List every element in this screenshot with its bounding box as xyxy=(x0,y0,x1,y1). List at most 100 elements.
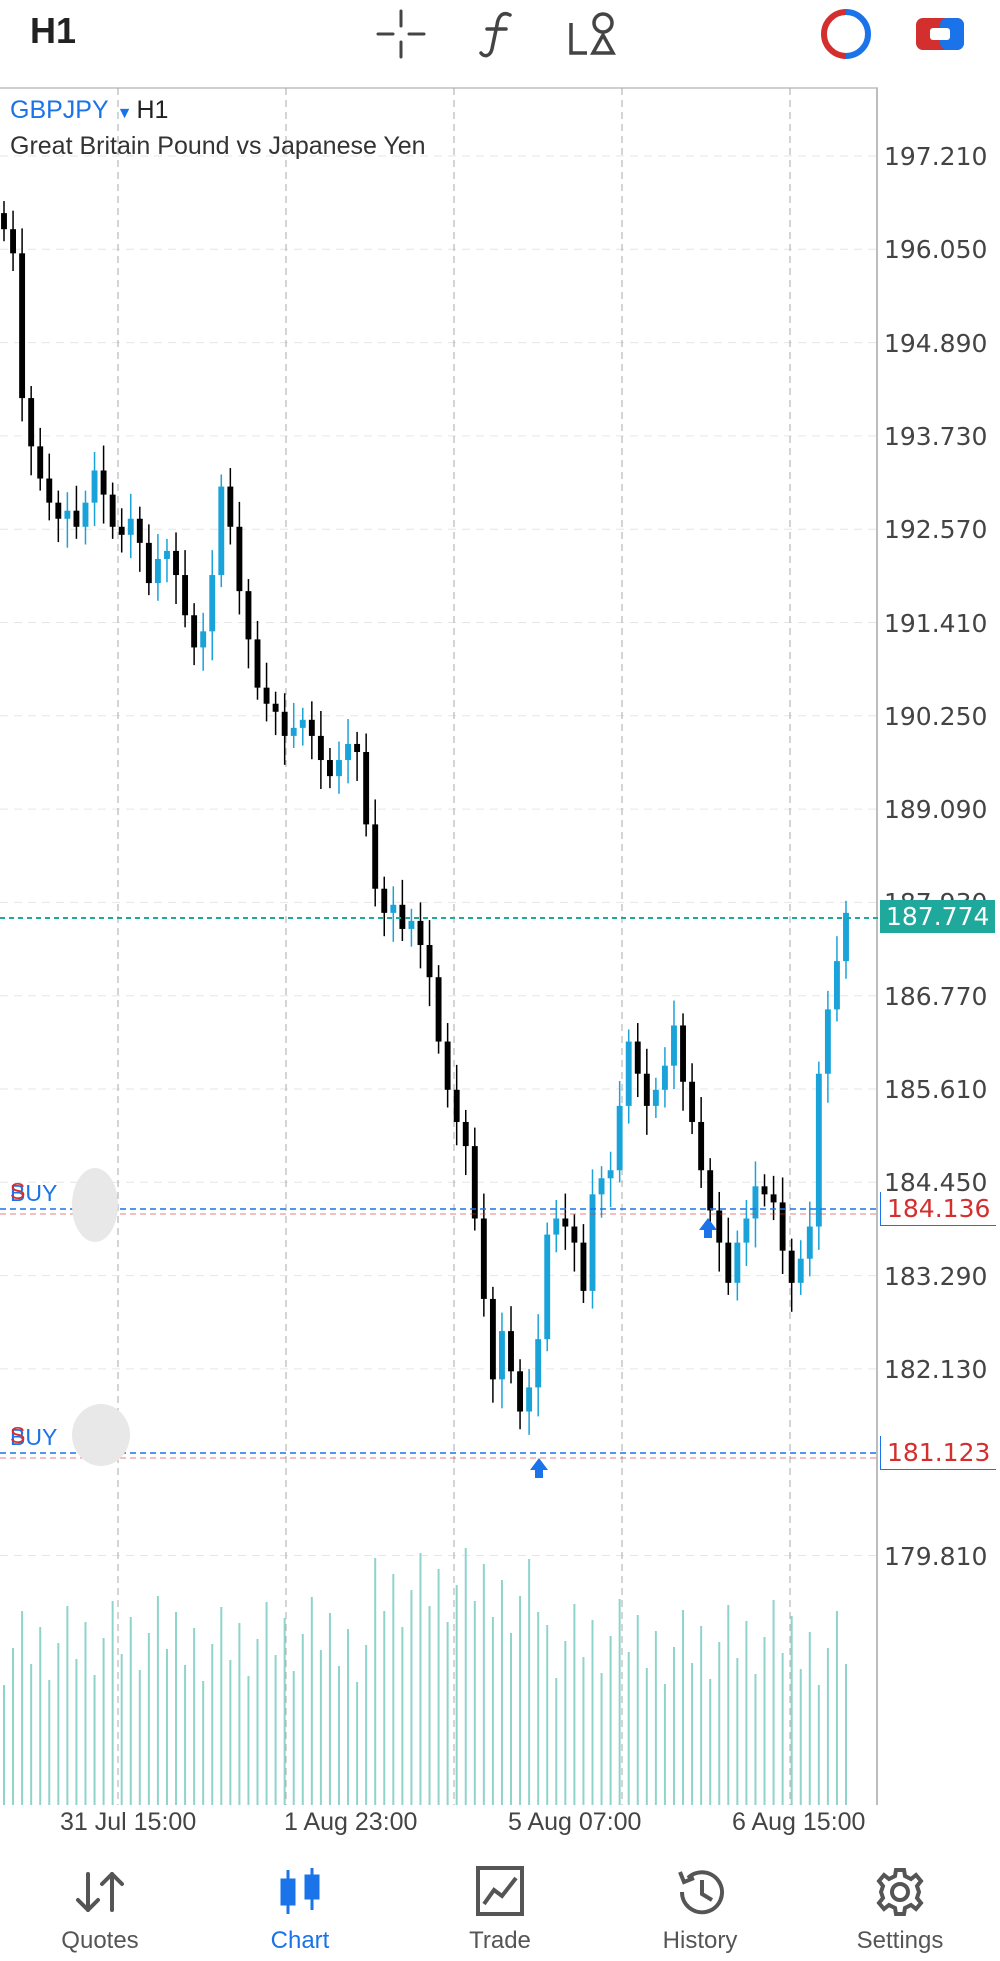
candle-body xyxy=(607,1170,614,1179)
candle-body xyxy=(761,1186,768,1195)
candle-body xyxy=(37,446,44,479)
history-clock-icon xyxy=(678,1870,724,1915)
candle-body xyxy=(19,253,26,399)
candle-body xyxy=(381,888,388,913)
candle-body xyxy=(164,550,170,559)
objects-icon[interactable] xyxy=(565,6,625,62)
candle-body xyxy=(55,502,62,519)
candle-body xyxy=(109,494,116,527)
price-axis-label: 186.770 xyxy=(884,981,988,1011)
candle-body xyxy=(127,518,134,535)
candle-body xyxy=(770,1194,777,1203)
top-toolbar: H1 xyxy=(0,0,1000,70)
nav-label: History xyxy=(662,1927,738,1954)
candle-body xyxy=(209,575,216,632)
quotes-arrows-icon xyxy=(76,1872,124,1912)
candle-body xyxy=(489,1298,496,1380)
candle-body xyxy=(707,1170,714,1211)
candle-body xyxy=(435,977,442,1042)
candle-body xyxy=(336,760,342,777)
candle-body xyxy=(254,639,261,688)
order-handle[interactable] xyxy=(72,1404,130,1466)
candle-body xyxy=(426,945,433,978)
candle-body xyxy=(797,1258,804,1283)
candle-body xyxy=(218,486,225,576)
candle-body xyxy=(82,502,89,527)
candle-body xyxy=(118,526,125,535)
order-label[interactable]: BUY S xyxy=(10,1422,57,1451)
candle-body xyxy=(652,1089,659,1106)
candle-body xyxy=(671,1025,677,1066)
nav-label: Settings xyxy=(856,1927,944,1954)
candle-body xyxy=(806,1226,813,1259)
candle-body xyxy=(661,1065,668,1090)
nav-history[interactable]: History xyxy=(600,1846,800,1961)
candle-body xyxy=(100,470,107,495)
candle-body xyxy=(236,526,243,592)
candle-body xyxy=(363,751,370,825)
candle-body xyxy=(480,1218,487,1299)
candle-body xyxy=(716,1210,723,1243)
price-axis-label: 191.410 xyxy=(884,608,988,638)
candle-body xyxy=(263,687,270,704)
nav-quotes[interactable]: Quotes xyxy=(0,1846,200,1961)
candle-body xyxy=(689,1081,696,1122)
symbol-selector[interactable]: GBPJPY ▼ H1 xyxy=(10,96,168,125)
candle-body xyxy=(462,1121,469,1147)
time-axis-label: 31 Jul 15:00 xyxy=(60,1808,197,1836)
order-price-tag: 184.136 xyxy=(880,1192,997,1226)
nav-settings[interactable]: Settings xyxy=(800,1846,1000,1961)
trade-panel-icon[interactable] xyxy=(910,6,970,62)
trade-chart-icon xyxy=(476,1866,524,1916)
candle-body xyxy=(272,703,279,712)
candle-body xyxy=(643,1073,650,1106)
candle-body xyxy=(245,591,252,640)
chart-grid xyxy=(0,88,877,1805)
candle-body xyxy=(815,1073,822,1227)
candle-body xyxy=(399,904,406,929)
candle-body xyxy=(200,631,207,648)
candle-body xyxy=(616,1105,623,1171)
price-axis-label: 194.890 xyxy=(884,328,988,358)
candle-body xyxy=(725,1242,732,1283)
timeframe-button[interactable]: H1 xyxy=(30,10,76,52)
candle-body xyxy=(227,486,234,527)
buy-arrow-icon xyxy=(699,1218,717,1238)
indicator-function-icon[interactable] xyxy=(468,6,528,62)
symbol-name: GBPJPY xyxy=(10,96,109,124)
order-handle[interactable] xyxy=(72,1168,118,1242)
candle-body xyxy=(390,904,397,913)
price-axis-label: 185.610 xyxy=(884,1075,988,1104)
price-axis-label: 197.210 xyxy=(884,142,988,171)
candle-body xyxy=(64,510,71,519)
candle-body xyxy=(553,1218,560,1235)
candle-body xyxy=(824,1009,831,1074)
candle-body xyxy=(290,727,297,736)
candle-body xyxy=(843,912,849,962)
candle-body xyxy=(499,1331,505,1380)
candle-body xyxy=(372,824,379,889)
candle-body xyxy=(517,1371,524,1412)
crosshair-icon[interactable] xyxy=(371,6,431,62)
candle-body xyxy=(625,1041,632,1106)
order-price-tag: 181.123 xyxy=(880,1436,997,1470)
candle-body xyxy=(28,398,35,447)
candle-body xyxy=(136,518,143,543)
bottom-navigation: Quotes Chart Trade History Settings xyxy=(0,1846,1000,1961)
candle-body xyxy=(354,743,361,752)
time-axis-label: 5 Aug 07:00 xyxy=(508,1808,642,1836)
nav-trade[interactable]: Trade xyxy=(400,1846,600,1961)
nav-label: Quotes xyxy=(61,1927,139,1954)
buy-arrow-icon xyxy=(530,1458,548,1478)
candle-body xyxy=(317,735,324,761)
time-axis-label: 1 Aug 23:00 xyxy=(284,1808,418,1836)
price-axis-label: 183.290 xyxy=(884,1261,988,1291)
one-click-trading-icon[interactable] xyxy=(816,6,876,62)
volume-histogram xyxy=(3,1548,847,1805)
price-chart[interactable] xyxy=(0,86,1000,1846)
price-axis-label: 189.090 xyxy=(884,795,988,825)
candle-body xyxy=(281,711,288,736)
order-label[interactable]: BUY S xyxy=(10,1178,57,1207)
candle-body xyxy=(471,1146,478,1219)
nav-chart[interactable]: Chart xyxy=(200,1846,400,1961)
